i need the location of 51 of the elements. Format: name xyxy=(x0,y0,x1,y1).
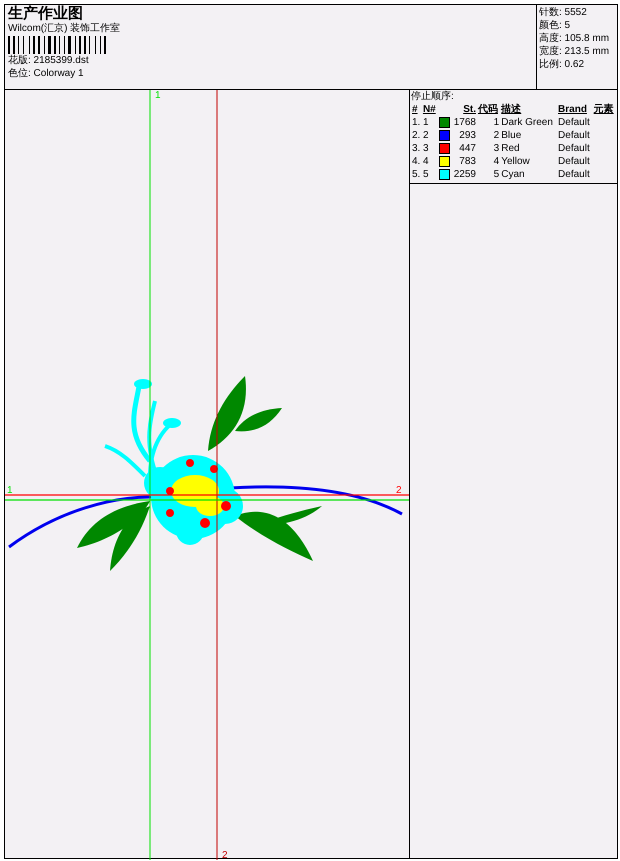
table-cell-text: Default xyxy=(557,129,591,142)
table-cell-text: 5. xyxy=(411,168,422,181)
table-cell-text: 1 xyxy=(422,116,430,129)
company-name: Wilcom(汇京) 装饰工作室 xyxy=(8,23,122,35)
column-header: # xyxy=(411,103,419,116)
design-file-label: 花版: 2185399.dst xyxy=(8,55,90,67)
table-cell-text: 3. xyxy=(411,142,422,155)
column-header: 描述 xyxy=(500,103,522,116)
column-header: 元素 xyxy=(592,103,615,116)
design-stat: 比例: 0.62 xyxy=(539,58,586,71)
table-cell-text: 2 xyxy=(492,129,500,142)
table-cell-text: 1. xyxy=(411,116,422,129)
sheet-title: 生产作业图 xyxy=(8,5,84,22)
column-header: 代码 xyxy=(476,103,499,116)
column-header: St. xyxy=(462,103,477,116)
table-cell-text: Blue xyxy=(500,129,522,142)
stop-sequence-title: 停止顺序: xyxy=(411,91,455,103)
design-stat: 颜色: 5 xyxy=(539,19,572,32)
table-cell-text: 2259 xyxy=(452,168,477,181)
table-cell-text: 783 xyxy=(458,155,477,168)
table-cell-text: Red xyxy=(500,142,521,155)
colorway-label: 色位: Colorway 1 xyxy=(8,68,85,80)
guide-label: 2 xyxy=(222,850,228,860)
table-cell-text: Default xyxy=(557,142,591,155)
column-header: Brand xyxy=(557,103,588,116)
table-cell-text: 293 xyxy=(458,129,477,142)
design-stat: 宽度: 213.5 mm xyxy=(539,45,610,58)
table-cell-text: 5 xyxy=(422,168,430,181)
column-header: N# xyxy=(422,103,437,116)
guide-label: 2 xyxy=(396,485,402,496)
table-cell-text: 447 xyxy=(458,142,477,155)
table-cell-text: 2. xyxy=(411,129,422,142)
table-cell-text: 1 xyxy=(492,116,500,129)
guide-label: 1 xyxy=(155,90,161,101)
table-cell-text: 4. xyxy=(411,155,422,168)
table-cell-text: 3 xyxy=(492,142,500,155)
guide-label: 1 xyxy=(7,485,13,496)
table-cell-text: Cyan xyxy=(500,168,526,181)
table-cell-text: 2 xyxy=(422,129,430,142)
table-cell-text: 4 xyxy=(422,155,430,168)
design-stat: 高度: 105.8 mm xyxy=(539,32,610,45)
table-cell-text: 4 xyxy=(492,155,500,168)
table-cell-text: Default xyxy=(557,155,591,168)
table-cell-text: 3 xyxy=(422,142,430,155)
design-stat: 针数: 5552 xyxy=(539,6,588,19)
table-cell-text: Yellow xyxy=(500,155,531,168)
table-cell-text: 1768 xyxy=(452,116,477,129)
table-cell-text: Default xyxy=(557,116,591,129)
table-cell-text: 5 xyxy=(492,168,500,181)
table-cell-text: Dark Green xyxy=(500,116,554,129)
table-cell-text: Default xyxy=(557,168,591,181)
